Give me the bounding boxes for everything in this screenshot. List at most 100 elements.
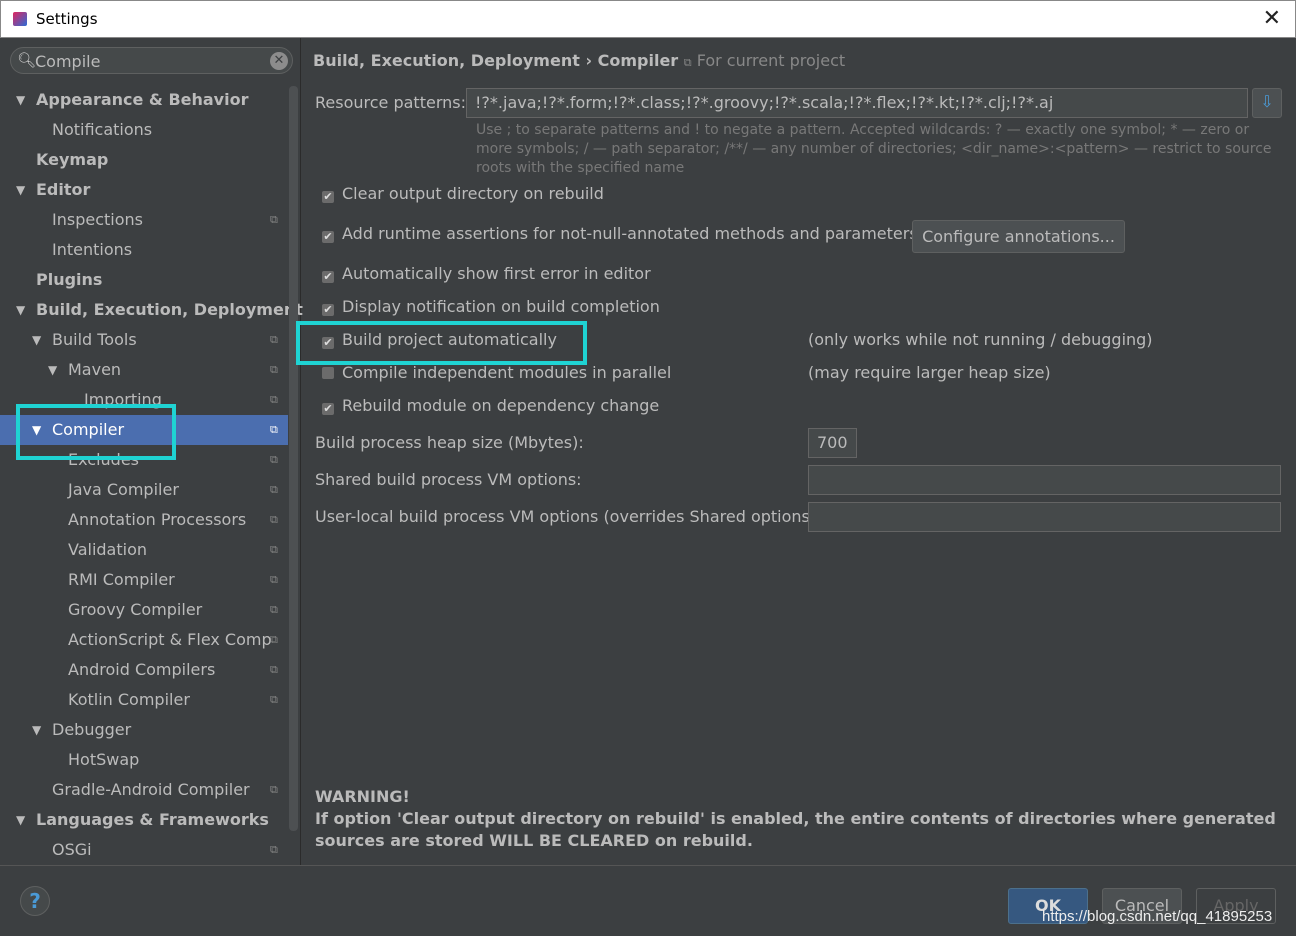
tree-item[interactable]: ▼ Editor xyxy=(0,175,288,205)
tree-item-label: Plugins xyxy=(36,270,103,289)
settings-tree: ▼ Appearance & Behavior Notifications Keyma… xyxy=(0,85,303,865)
project-scope-icon: ⧉ xyxy=(270,513,278,526)
option-checkbox[interactable]: Compile independent modules in parallel xyxy=(322,363,671,385)
tree-item[interactable]: ▼ Maven ⧉ xyxy=(0,355,288,385)
tree-item[interactable]: Keymap xyxy=(0,145,288,175)
tree-item[interactable]: ▼ Languages & Frameworks xyxy=(0,805,288,835)
option-checkbox[interactable]: ✔ Display notification on build completio… xyxy=(322,297,660,319)
checkbox-icon[interactable]: ✔ xyxy=(322,191,334,203)
expand-arrow-icon[interactable]: ▼ xyxy=(16,805,25,835)
heap-size-label: Build process heap size (Mbytes): xyxy=(315,433,584,452)
window-title: Settings xyxy=(36,10,98,28)
tree-item-label: Notifications xyxy=(52,120,153,139)
tree-item[interactable]: Groovy Compiler ⧉ xyxy=(0,595,288,625)
help-button[interactable]: ? xyxy=(20,886,50,916)
tree-item-label: OSGi xyxy=(52,840,92,859)
option-checkbox[interactable]: ✔ Clear output directory on rebuild xyxy=(322,184,604,206)
project-scope-icon: ⧉ xyxy=(270,423,278,436)
search-input[interactable]: 🔍︎ Compile ✕ xyxy=(10,47,293,74)
project-scope-icon: ⧉ xyxy=(270,213,278,226)
project-scope-icon: ⧉ xyxy=(270,393,278,406)
option-checkbox[interactable]: ✔ Add runtime assertions for not-null-ann… xyxy=(322,224,918,246)
tree-item-label: ActionScript & Flex Comp xyxy=(68,630,272,649)
checkbox-icon[interactable]: ✔ xyxy=(322,337,334,349)
app-logo-icon xyxy=(13,12,27,26)
tree-item[interactable]: Kotlin Compiler ⧉ xyxy=(0,685,288,715)
breadcrumb-parent: Build, Execution, Deployment xyxy=(313,51,580,70)
project-scope-icon: ⧉ xyxy=(270,483,278,496)
option-label: Display notification on build completion xyxy=(342,297,660,316)
user-vm-options-label: User-local build process VM options (ove… xyxy=(315,507,822,526)
tree-item-label: Intentions xyxy=(52,240,133,259)
breadcrumb-current: Compiler xyxy=(597,51,679,70)
project-scope-icon: ⧉ xyxy=(270,783,278,796)
checkbox-icon[interactable] xyxy=(322,367,334,379)
option-label: Add runtime assertions for not-null-anno… xyxy=(342,224,918,243)
configure-annotations-button[interactable]: Configure annotations... xyxy=(912,220,1125,253)
expand-arrow-icon[interactable]: ▼ xyxy=(16,175,25,205)
tree-item[interactable]: ▼ Compiler ⧉ xyxy=(0,415,288,445)
tree-item-label: RMI Compiler xyxy=(68,570,175,589)
tree-item[interactable]: Android Compilers ⧉ xyxy=(0,655,288,685)
checkbox-icon[interactable]: ✔ xyxy=(322,403,334,415)
tree-item[interactable]: Annotation Processors ⧉ xyxy=(0,505,288,535)
tree-item[interactable]: Plugins xyxy=(0,265,288,295)
checkbox-icon[interactable]: ✔ xyxy=(322,231,334,243)
tree-item-label: HotSwap xyxy=(68,750,140,769)
resource-patterns-input[interactable]: !?*.java;!?*.form;!?*.class;!?*.groovy;!… xyxy=(466,88,1248,118)
tree-item[interactable]: ▼ Debugger xyxy=(0,715,288,745)
expand-arrow-icon[interactable]: ▼ xyxy=(32,325,41,355)
breadcrumb-separator: › xyxy=(585,51,593,70)
tree-item[interactable]: OSGi ⧉ xyxy=(0,835,288,865)
project-scope-icon: ⧉ xyxy=(270,663,278,676)
expand-field-button[interactable]: ⇩ xyxy=(1252,88,1282,118)
tree-item[interactable]: ActionScript & Flex Comp ⧉ xyxy=(0,625,288,655)
settings-sidebar: 🔍︎ Compile ✕ ▼ Appearance & Behavior Notif… xyxy=(0,38,303,865)
option-label: Rebuild module on dependency change xyxy=(342,396,660,415)
checkbox-icon[interactable]: ✔ xyxy=(322,271,334,283)
tree-item[interactable]: Inspections ⧉ xyxy=(0,205,288,235)
project-scope-icon: ⧉ xyxy=(270,603,278,616)
tree-item[interactable]: Intentions xyxy=(0,235,288,265)
tree-item[interactable]: Notifications xyxy=(0,115,288,145)
tree-item[interactable]: ▼ Build, Execution, Deployment xyxy=(0,295,303,325)
option-checkbox[interactable]: ✔ Rebuild module on dependency change xyxy=(322,396,659,418)
breadcrumb: Build, Execution, Deployment › Compiler … xyxy=(313,51,845,70)
clear-search-icon[interactable]: ✕ xyxy=(270,52,288,70)
shared-vm-options-input[interactable] xyxy=(808,465,1281,495)
option-note: (only works while not running / debuggin… xyxy=(808,330,1153,349)
watermark: https://blog.csdn.net/qq_41895253 xyxy=(1042,908,1273,925)
expand-arrow-icon[interactable]: ▼ xyxy=(32,715,41,745)
option-checkbox[interactable]: ✔ Build project automatically xyxy=(322,330,557,352)
heap-size-input[interactable]: 700 xyxy=(808,428,857,458)
sidebar-scrollbar[interactable] xyxy=(289,86,298,831)
warning-message: WARNING! If option 'Clear output directo… xyxy=(315,786,1285,852)
tree-item[interactable]: ▼ Appearance & Behavior xyxy=(0,85,288,115)
tree-item[interactable]: Excludes ⧉ xyxy=(0,445,288,475)
option-checkbox[interactable]: ✔ Automatically show first error in edito… xyxy=(322,264,651,286)
project-scope-icon: ⧉ xyxy=(683,56,692,69)
expand-arrow-icon[interactable]: ▼ xyxy=(32,415,41,445)
resource-patterns-label: Resource patterns: xyxy=(315,93,466,112)
scope-label: For current project xyxy=(696,51,846,70)
expand-arrow-icon[interactable]: ▼ xyxy=(16,85,25,115)
tree-item[interactable]: RMI Compiler ⧉ xyxy=(0,565,288,595)
project-scope-icon: ⧉ xyxy=(270,633,278,646)
search-value[interactable]: Compile xyxy=(35,52,100,71)
option-label: Automatically show first error in editor xyxy=(342,264,651,283)
tree-item[interactable]: HotSwap xyxy=(0,745,288,775)
tree-item-label: Debugger xyxy=(52,720,132,739)
option-label: Compile independent modules in parallel xyxy=(342,363,672,382)
tree-item[interactable]: ▼ Build Tools ⧉ xyxy=(0,325,288,355)
close-icon[interactable]: ✕ xyxy=(1263,6,1281,31)
option-note: (may require larger heap size) xyxy=(808,363,1051,382)
expand-arrow-icon[interactable]: ▼ xyxy=(16,295,25,325)
checkbox-icon[interactable]: ✔ xyxy=(322,304,334,316)
tree-item[interactable]: Gradle-Android Compiler ⧉ xyxy=(0,775,288,805)
tree-item[interactable]: Importing ⧉ xyxy=(0,385,288,415)
tree-item[interactable]: Validation ⧉ xyxy=(0,535,288,565)
tree-item[interactable]: Java Compiler ⧉ xyxy=(0,475,288,505)
tree-item-label: Appearance & Behavior xyxy=(36,90,249,109)
user-vm-options-input[interactable] xyxy=(808,502,1281,532)
expand-arrow-icon[interactable]: ▼ xyxy=(48,355,57,385)
